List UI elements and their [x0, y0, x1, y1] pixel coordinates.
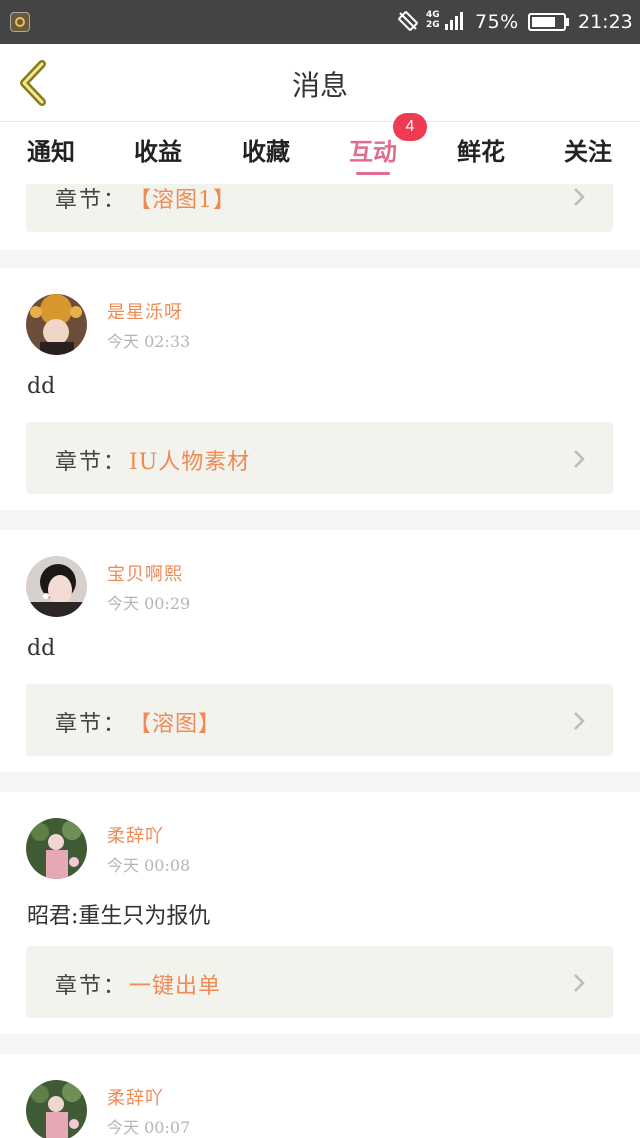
tab-notifications[interactable]: 通知 — [27, 132, 75, 167]
chapter-label: 章节： — [55, 712, 128, 737]
chapter-label: 章节： — [55, 188, 128, 213]
avatar[interactable] — [26, 294, 87, 355]
chapter-link[interactable]: 章节： IU人物素材 — [26, 422, 613, 494]
avatar[interactable] — [26, 818, 87, 879]
timestamp: 今天 00:29 — [107, 594, 191, 613]
active-tab-indicator — [356, 172, 390, 175]
tab-flowers[interactable]: 鲜花 — [457, 132, 505, 167]
tab-interactions[interactable]: 互动 — [349, 132, 397, 167]
timestamp: 今天 02:33 — [107, 332, 191, 351]
chapter-title: 一键出单 — [129, 974, 222, 999]
list-item: 是星泺呀 今天 02:33 dd 章节： IU人物素材 — [0, 268, 640, 510]
comment-text: dd — [27, 636, 56, 661]
vibrate-icon — [397, 10, 419, 37]
timestamp: 今天 00:07 — [107, 1118, 191, 1137]
chevron-right-icon — [574, 712, 585, 730]
message-feed[interactable]: 章节： 【溶图1】 是星泺呀 今天 02:33 dd 章节： IU人物素材 宝贝… — [0, 184, 640, 1138]
chapter-title: IU人物素材 — [129, 450, 251, 475]
comment-text: dd — [27, 374, 56, 399]
unread-badge: 4 — [393, 113, 427, 141]
list-item: 柔辞吖 今天 00:08 昭君:重生只为报仇 章节： 一键出单 — [0, 792, 640, 1034]
tab-following[interactable]: 关注 — [564, 132, 612, 167]
clock: 21:23 — [578, 11, 633, 33]
list-item: 章节： 【溶图1】 — [0, 184, 640, 250]
battery-tip — [566, 18, 569, 26]
tab-favorites[interactable]: 收藏 — [242, 132, 290, 167]
avatar[interactable] — [26, 556, 87, 617]
battery-icon — [528, 13, 566, 31]
header: 消息 — [0, 44, 640, 122]
battery-percent: 75% — [475, 11, 519, 33]
avatar[interactable] — [26, 1080, 87, 1138]
network-type: 4G 2G — [426, 10, 440, 30]
chapter-link[interactable]: 章节： 【溶图1】 — [26, 184, 613, 232]
status-bar: 4G 2G 75% 21:23 — [0, 0, 640, 44]
chapter-title: 【溶图】 — [129, 712, 222, 737]
chevron-right-icon — [574, 450, 585, 468]
tab-earnings[interactable]: 收益 — [134, 132, 182, 167]
chapter-title: 【溶图1】 — [129, 188, 236, 213]
chapter-label: 章节： — [55, 974, 128, 999]
list-item: 宝贝啊熙 今天 00:29 dd 章节： 【溶图】 — [0, 530, 640, 772]
list-item: 柔辞吖 今天 00:07 — [0, 1054, 640, 1138]
chapter-link[interactable]: 章节： 一键出单 — [26, 946, 613, 1018]
username[interactable]: 柔辞吖 — [107, 822, 164, 848]
username[interactable]: 柔辞吖 — [107, 1084, 164, 1110]
username[interactable]: 宝贝啊熙 — [107, 560, 183, 586]
comment-text: 昭君:重生只为报仇 — [27, 904, 211, 929]
page-title: 消息 — [291, 69, 348, 102]
tab-bar: 通知 收益 收藏 互动 4 鲜花 关注 — [0, 113, 640, 184]
app-notification-icon — [10, 12, 30, 32]
username[interactable]: 是星泺呀 — [107, 298, 183, 324]
chapter-link[interactable]: 章节： 【溶图】 — [26, 684, 613, 756]
chevron-right-icon — [574, 188, 585, 206]
signal-icon — [445, 12, 467, 36]
chevron-right-icon — [574, 974, 585, 992]
timestamp: 今天 00:08 — [107, 856, 191, 875]
chapter-label: 章节： — [55, 450, 128, 475]
